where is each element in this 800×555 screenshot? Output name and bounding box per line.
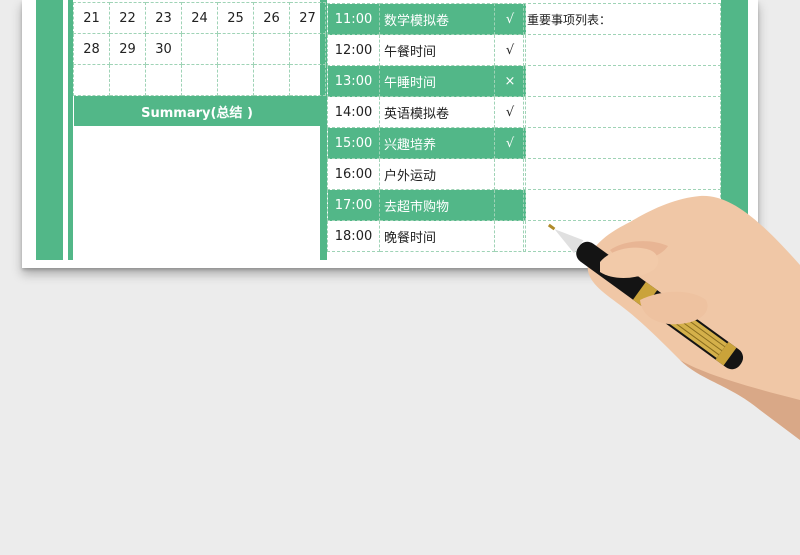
hand-with-pen-image [547, 195, 800, 440]
